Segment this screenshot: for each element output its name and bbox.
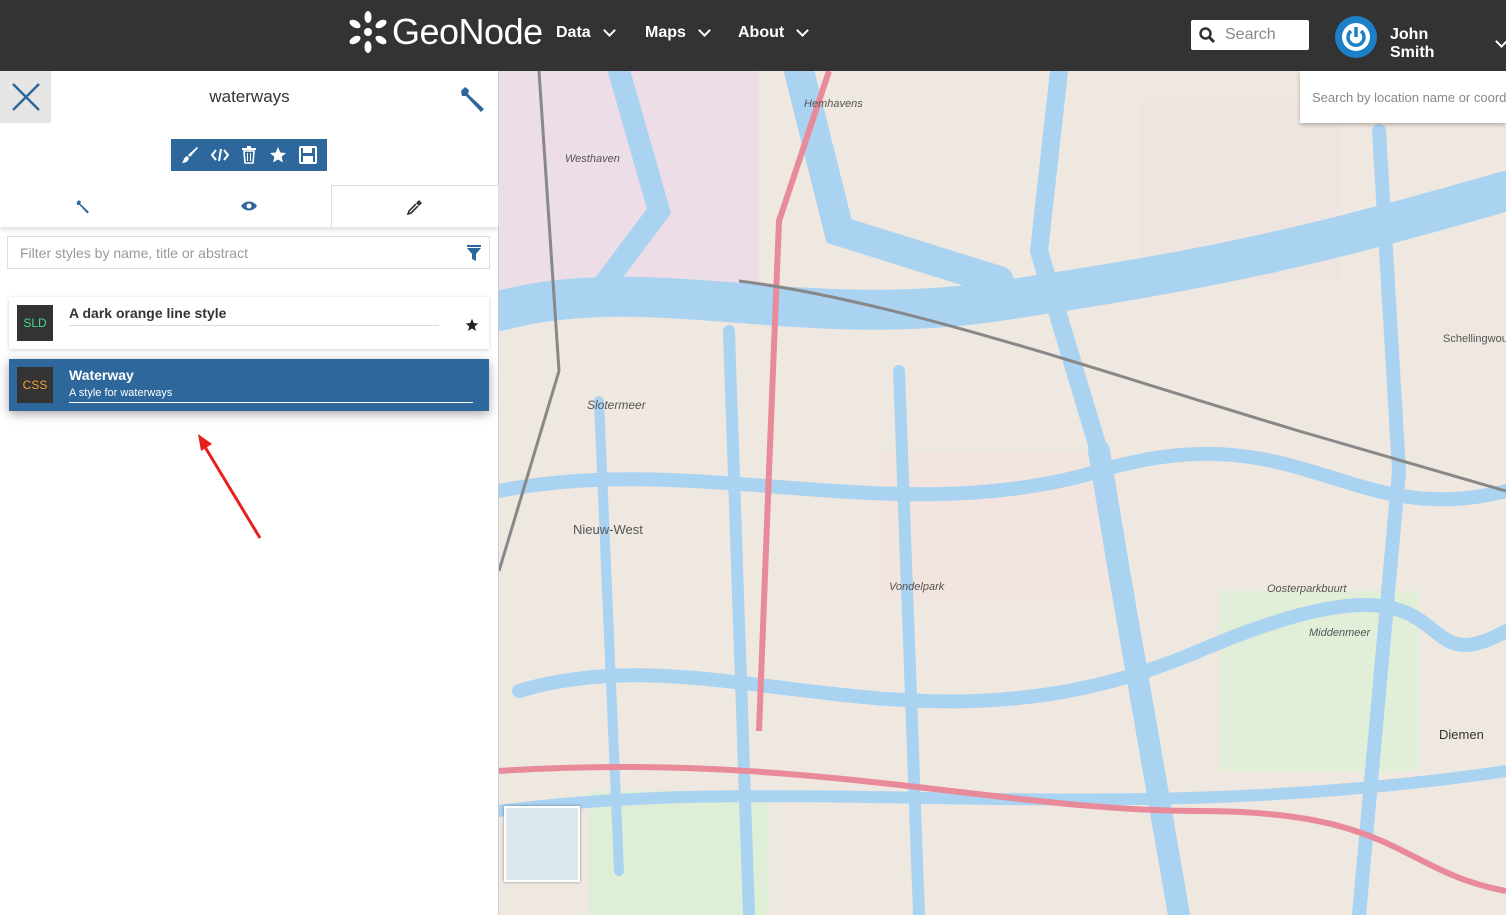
nav-label: About bbox=[738, 24, 785, 41]
wrench-icon bbox=[76, 199, 90, 213]
nav-label: Data bbox=[556, 24, 591, 41]
filter-icon[interactable] bbox=[467, 245, 481, 261]
divider bbox=[69, 402, 473, 403]
tab-preview[interactable] bbox=[166, 185, 332, 227]
overview-minimap[interactable] bbox=[504, 806, 580, 882]
chevron-down-icon bbox=[796, 24, 810, 37]
map-search-placeholder: Search by location name or coordinates bbox=[1312, 90, 1506, 105]
map-label: Oosterparkbuurt bbox=[1267, 583, 1347, 595]
chevron-down-icon bbox=[1495, 35, 1506, 48]
filter-placeholder: Filter styles by name, title or abstract bbox=[20, 244, 248, 261]
map-label: Hemhavens bbox=[804, 98, 863, 110]
map-label: Vondelpark bbox=[889, 581, 945, 593]
map-label: Slotermeer bbox=[587, 398, 646, 412]
avatar[interactable] bbox=[1335, 16, 1377, 58]
map-label: Westhaven bbox=[565, 153, 620, 165]
chevron-down-icon bbox=[602, 24, 616, 37]
user-name: John Smith bbox=[1390, 26, 1435, 61]
eye-icon bbox=[240, 201, 257, 211]
map-label: Diemen bbox=[1439, 727, 1484, 742]
map-label: Schellingwoude bbox=[1443, 333, 1506, 345]
panel-title: waterways bbox=[209, 87, 290, 106]
style-toolbar bbox=[171, 139, 327, 171]
search-placeholder: Search bbox=[1225, 26, 1276, 43]
top-navbar: GeoNode Data Maps About Search John Smit… bbox=[0, 0, 1506, 71]
style-abstract: A style for waterways bbox=[69, 387, 173, 399]
star-icon[interactable] bbox=[465, 318, 479, 332]
nav-data[interactable]: Data bbox=[556, 24, 616, 42]
annotation-arrow-icon bbox=[198, 434, 262, 539]
style-title: Waterway bbox=[69, 367, 134, 383]
star-icon[interactable] bbox=[269, 146, 287, 164]
map-tiles bbox=[499, 71, 1506, 915]
format-badge-sld: SLD bbox=[17, 305, 53, 341]
map-location-search-input[interactable]: Search by location name or coordinates bbox=[1300, 71, 1506, 123]
map-label: Middenmeer bbox=[1309, 627, 1371, 639]
eyedropper-icon bbox=[407, 199, 423, 215]
code-icon[interactable] bbox=[211, 146, 229, 164]
panel-tabs bbox=[0, 185, 500, 227]
style-title: A dark orange line style bbox=[69, 305, 227, 321]
user-menu[interactable]: John Smith bbox=[1390, 26, 1506, 62]
chevron-down-icon bbox=[698, 24, 711, 37]
nav-maps[interactable]: Maps bbox=[645, 24, 711, 42]
style-item-css-selected[interactable]: CSS Waterway A style for waterways bbox=[9, 359, 489, 411]
nav-label: Maps bbox=[645, 24, 686, 41]
format-badge-css: CSS bbox=[17, 367, 53, 403]
map-label: Nieuw-West bbox=[573, 522, 643, 537]
settings-button[interactable] bbox=[458, 85, 486, 118]
tab-styles[interactable] bbox=[331, 185, 500, 227]
nav-about[interactable]: About bbox=[738, 24, 810, 42]
tab-settings[interactable] bbox=[0, 185, 166, 227]
search-input[interactable]: Search bbox=[1191, 20, 1309, 50]
divider bbox=[69, 325, 439, 326]
style-item-sld[interactable]: SLD A dark orange line style bbox=[9, 297, 489, 349]
geonode-logo[interactable]: GeoNode bbox=[348, 10, 543, 54]
filter-styles-input[interactable]: Filter styles by name, title or abstract bbox=[7, 236, 490, 269]
brand-name: GeoNode bbox=[392, 11, 543, 52]
power-icon bbox=[1342, 23, 1370, 51]
trash-icon[interactable] bbox=[241, 146, 257, 164]
wrench-icon bbox=[461, 87, 484, 112]
map-view[interactable]: Westhaven Hemhavens Slotermeer Nieuw-Wes… bbox=[499, 71, 1506, 915]
brush-icon[interactable] bbox=[181, 146, 199, 164]
search-icon bbox=[1199, 27, 1215, 43]
save-icon[interactable] bbox=[299, 146, 317, 164]
geonode-flower-icon bbox=[349, 11, 387, 53]
style-editor-panel: waterways Filter styles by name, title o… bbox=[0, 71, 500, 915]
